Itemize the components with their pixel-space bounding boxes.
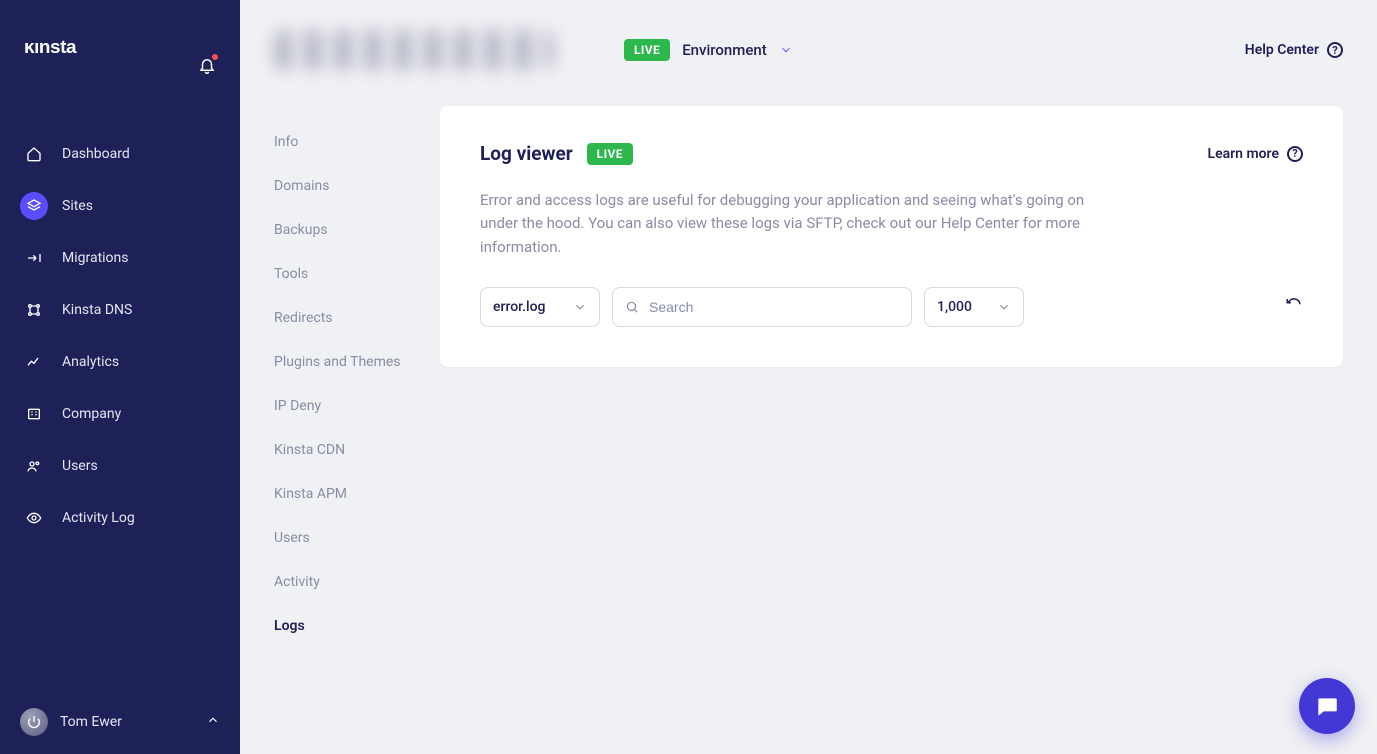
brand-logo[interactable]: ĸınsta bbox=[24, 36, 110, 64]
chevron-up-icon bbox=[206, 713, 220, 731]
sidebar-item-label: Company bbox=[62, 406, 121, 422]
page-header: LIVE Environment Help Center ? bbox=[240, 0, 1377, 100]
sidebar-item-label: Activity Log bbox=[62, 510, 135, 526]
subnav-ip-deny[interactable]: IP Deny bbox=[240, 384, 440, 428]
log-viewer-card: Log viewer LIVE Learn more ? Error and a… bbox=[440, 106, 1343, 367]
live-badge: LIVE bbox=[624, 39, 670, 61]
subnav-backups[interactable]: Backups bbox=[240, 208, 440, 252]
user-name: Tom Ewer bbox=[60, 714, 122, 730]
subnav-tools[interactable]: Tools bbox=[240, 252, 440, 296]
subnav-plugins[interactable]: Plugins and Themes bbox=[240, 340, 440, 384]
layers-icon bbox=[26, 198, 42, 214]
subnav-cdn[interactable]: Kinsta CDN bbox=[240, 428, 440, 472]
environment-selector[interactable]: LIVE Environment bbox=[624, 39, 793, 61]
subnav-domains[interactable]: Domains bbox=[240, 164, 440, 208]
card-description: Error and access logs are useful for deb… bbox=[480, 189, 1100, 259]
migrations-icon bbox=[26, 250, 42, 266]
subnav-logs[interactable]: Logs bbox=[240, 604, 440, 648]
help-icon: ? bbox=[1327, 42, 1343, 58]
chevron-down-icon bbox=[573, 300, 587, 314]
chat-icon bbox=[1314, 693, 1340, 719]
eye-icon bbox=[26, 510, 42, 526]
live-badge: LIVE bbox=[587, 143, 633, 165]
subnav-redirects[interactable]: Redirects bbox=[240, 296, 440, 340]
environment-label: Environment bbox=[682, 41, 767, 59]
sidebar-item-label: Migrations bbox=[62, 250, 129, 266]
help-icon: ? bbox=[1287, 146, 1303, 162]
sidebar-item-dashboard[interactable]: Dashboard bbox=[0, 130, 240, 178]
line-count-select[interactable]: 1,000 bbox=[924, 287, 1024, 327]
sidebar-item-dns[interactable]: Kinsta DNS bbox=[0, 286, 240, 334]
sidebar-item-company[interactable]: Company bbox=[0, 390, 240, 438]
sidebar-item-label: Dashboard bbox=[62, 146, 130, 162]
home-icon bbox=[26, 146, 42, 162]
site-title-redacted bbox=[274, 30, 554, 70]
refresh-icon bbox=[1285, 296, 1303, 314]
search-input[interactable] bbox=[649, 299, 899, 315]
sidebar-item-migrations[interactable]: Migrations bbox=[0, 234, 240, 282]
dns-icon bbox=[26, 302, 42, 318]
subnav-users[interactable]: Users bbox=[240, 516, 440, 560]
subnav-info[interactable]: Info bbox=[240, 120, 440, 164]
help-center-link[interactable]: Help Center ? bbox=[1245, 42, 1343, 58]
sidebar-item-sites[interactable]: Sites bbox=[0, 182, 240, 230]
subnav-apm[interactable]: Kinsta APM bbox=[240, 472, 440, 516]
chevron-down-icon bbox=[779, 43, 793, 57]
notification-dot bbox=[212, 54, 218, 60]
company-icon bbox=[26, 406, 42, 422]
sidebar-item-analytics[interactable]: Analytics bbox=[0, 338, 240, 386]
sidebar-item-label: Kinsta DNS bbox=[62, 302, 132, 318]
sidebar-item-users[interactable]: Users bbox=[0, 442, 240, 490]
sidebar: ĸınsta Dashboard Sites Migrations Kinsta… bbox=[0, 0, 240, 754]
sidebar-item-label: Analytics bbox=[62, 354, 119, 370]
chat-launcher[interactable] bbox=[1299, 678, 1355, 734]
user-menu[interactable]: Tom Ewer bbox=[0, 690, 240, 754]
site-subnav: Info Domains Backups Tools Redirects Plu… bbox=[240, 0, 440, 754]
card-title: Log viewer bbox=[480, 142, 573, 165]
subnav-activity[interactable]: Activity bbox=[240, 560, 440, 604]
power-icon bbox=[26, 714, 42, 730]
sidebar-item-label: Sites bbox=[62, 198, 93, 214]
analytics-icon bbox=[26, 354, 42, 370]
notifications-button[interactable] bbox=[198, 56, 216, 78]
sidebar-item-activity-log[interactable]: Activity Log bbox=[0, 494, 240, 542]
log-file-select[interactable]: error.log bbox=[480, 287, 600, 327]
learn-more-link[interactable]: Learn more ? bbox=[1208, 146, 1303, 162]
search-icon bbox=[625, 300, 639, 314]
refresh-button[interactable] bbox=[1285, 296, 1303, 318]
users-icon bbox=[26, 458, 42, 474]
log-search[interactable] bbox=[612, 287, 912, 327]
svg-text:ĸınsta: ĸınsta bbox=[24, 37, 77, 58]
sidebar-item-label: Users bbox=[62, 458, 98, 474]
chevron-down-icon bbox=[997, 300, 1011, 314]
avatar bbox=[20, 708, 48, 736]
